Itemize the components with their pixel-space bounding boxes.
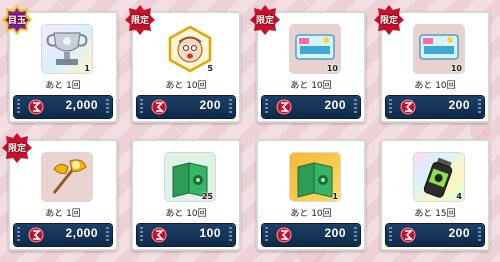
item-slot[interactable]: 10 [290, 25, 340, 73]
red-coin-icon [151, 227, 167, 243]
shop-item-card[interactable]: 限定 10 あと 10回 200 [250, 5, 366, 123]
item-quantity: 5 [207, 64, 213, 73]
remaining-count: あと 10回 [414, 81, 456, 91]
shop-item-card[interactable]: 目玉 1 あと 1回 2,000 [2, 5, 118, 123]
item-slot[interactable]: 25 [165, 153, 215, 201]
remaining-count: あと 10回 [165, 209, 207, 219]
item-slot[interactable] [42, 153, 92, 201]
buy-button[interactable]: 100 [137, 224, 235, 246]
item-slot[interactable]: 1 [42, 25, 92, 73]
price-value: 200 [199, 98, 221, 112]
red-coin-icon [276, 227, 292, 243]
remaining-count: あと 15回 [414, 209, 456, 219]
limited-badge: 限定 [250, 5, 280, 35]
price-value: 200 [324, 226, 346, 240]
shop-item-card[interactable]: 4 あと 15回 200 [380, 139, 490, 251]
shop-item-card[interactable]: 限定 あと 1回 2,000 [2, 133, 118, 251]
limited-badge: 限定 [125, 5, 155, 35]
price-value: 200 [324, 98, 346, 112]
limited-badge: 限定 [374, 5, 404, 35]
golden-axe-icon [52, 159, 87, 194]
price-value: 2,000 [65, 98, 98, 112]
featured-badge: 目玉 [2, 5, 32, 35]
shop-item-card[interactable]: 限定 10 あと 10回 200 [374, 5, 490, 123]
price-value: 2,000 [65, 226, 98, 240]
item-quantity: 1 [84, 64, 90, 73]
price-value: 200 [448, 226, 470, 240]
item-slot[interactable]: 10 [414, 25, 464, 73]
red-coin-icon [28, 99, 44, 115]
red-coin-icon [276, 99, 292, 115]
item-quantity: 1 [332, 192, 338, 201]
remaining-count: あと 1回 [45, 81, 81, 91]
red-coin-icon [400, 227, 416, 243]
buy-button[interactable]: 200 [262, 224, 360, 246]
buy-button[interactable]: 200 [386, 96, 484, 118]
shop-item-card[interactable]: 25 あと 10回 100 [131, 139, 241, 251]
item-quantity: 10 [326, 64, 338, 73]
price-value: 200 [448, 98, 470, 112]
buy-button[interactable]: 200 [386, 224, 484, 246]
item-slot[interactable]: 4 [414, 153, 464, 201]
remaining-count: あと 10回 [290, 209, 332, 219]
item-quantity: 4 [456, 192, 462, 201]
item-quantity: 10 [450, 64, 462, 73]
remaining-count: あと 1回 [45, 209, 81, 219]
price-value: 100 [199, 226, 221, 240]
buy-button[interactable]: 200 [137, 96, 235, 118]
item-slot[interactable]: 5 [165, 25, 215, 73]
buy-button[interactable]: 2,000 [14, 224, 112, 246]
red-coin-icon [400, 99, 416, 115]
shop-item-card[interactable]: 限定 5 あと 10回 200 [125, 5, 241, 123]
item-slot[interactable]: 1 [290, 153, 340, 201]
buy-button[interactable]: 200 [262, 96, 360, 118]
buy-button[interactable]: 2,000 [14, 96, 112, 118]
remaining-count: あと 10回 [290, 81, 332, 91]
shop-item-card[interactable]: 1 あと 10回 200 [256, 139, 366, 251]
limited-badge: 限定 [2, 133, 32, 163]
shop-item-grid: 目玉 1 あと 1回 2,000 限定 5 あと 10回 200 限定 10 あ… [0, 0, 500, 262]
remaining-count: あと 10回 [165, 81, 207, 91]
red-coin-icon [28, 227, 44, 243]
red-coin-icon [151, 99, 167, 115]
item-quantity: 25 [201, 192, 213, 201]
